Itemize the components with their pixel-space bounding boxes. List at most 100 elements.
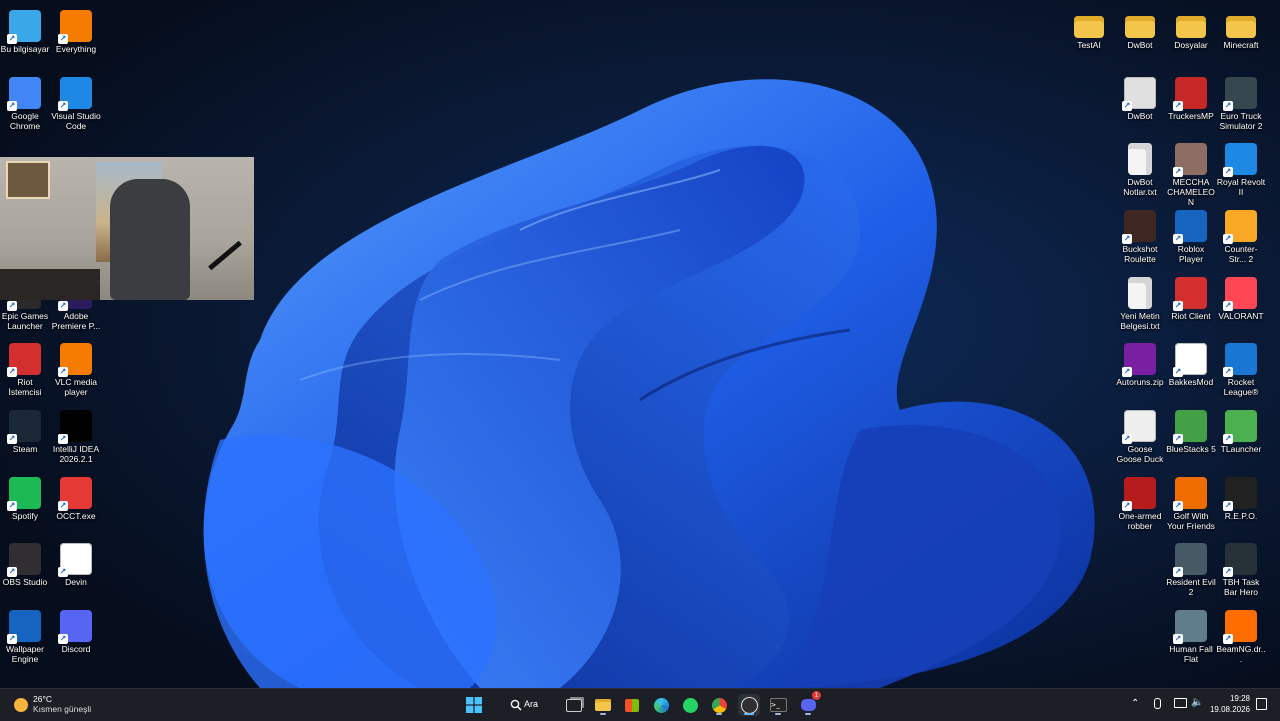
desktop-icon-label: Euro Truck Simulator 2 <box>1219 111 1263 131</box>
rocket-league-icon: ↗ <box>1223 343 1257 377</box>
desktop-icon[interactable]: ↗ VLC media player <box>51 337 101 397</box>
desktop-icon[interactable]: ↗ VALORANT <box>1216 271 1266 321</box>
folder-icon <box>595 699 611 711</box>
desktop-icon-label: Counter-Str... 2 <box>1224 244 1258 264</box>
shortcut-arrow-icon: ↗ <box>58 101 68 111</box>
edge-button[interactable] <box>650 694 672 716</box>
desktop-icon[interactable]: ↗ BakkesMod <box>1166 337 1216 387</box>
desktop-icon[interactable]: ↗ BlueStacks 5 <box>1166 404 1216 454</box>
desktop-icon[interactable]: ↗ R.E.P.O. <box>1216 471 1266 521</box>
desktop-icon-label: Wallpaper Engine <box>6 644 44 664</box>
tbh-icon: ↗ <box>1223 543 1257 577</box>
discord-button[interactable]: 1 <box>797 691 821 716</box>
desktop-icon[interactable]: ↗ Royal Revolt II <box>1216 137 1266 197</box>
desktop-icon[interactable]: ↗ TruckersMP <box>1166 71 1216 121</box>
show-hidden-icons[interactable]: ⌃ <box>1131 698 1143 710</box>
desktop-icon[interactable]: ↗ Buckshot Roulette <box>1115 204 1165 264</box>
desktop-icon[interactable]: ↗ Wallpaper Engine <box>0 604 50 664</box>
taskbar-search[interactable]: Ara <box>502 694 552 716</box>
desktop-icon[interactable]: Yeni Metin Belgesi.txt <box>1115 271 1165 331</box>
desktop-icon[interactable]: ↗ Riot Client <box>1166 271 1216 321</box>
spotify-icon: ↗ <box>7 477 41 511</box>
desktop-icon[interactable]: ↗ Riot İstemcisi <box>0 337 50 397</box>
start-button[interactable] <box>463 694 485 716</box>
desktop-icon[interactable]: ↗ TBH Task Bar Hero <box>1216 537 1266 597</box>
desktop-icon[interactable]: ↗ Devin <box>51 537 101 587</box>
file-explorer-button[interactable] <box>592 694 614 716</box>
terminal-button[interactable]: >_ <box>767 694 789 716</box>
desktop-icon[interactable]: ↗ Visual Studio Code <box>51 71 101 131</box>
text-file-icon <box>1128 277 1152 309</box>
bluestacks-icon: ↗ <box>1173 410 1207 444</box>
vscode-icon: ↗ <box>58 77 92 111</box>
desktop-icon[interactable]: ↗ IntelliJ IDEA 2026.2.1 <box>51 404 101 464</box>
desktop-icon[interactable]: ↗ One-armed robber <box>1115 471 1165 531</box>
whatsapp-button[interactable] <box>679 694 701 716</box>
microphone-icon <box>1154 698 1161 709</box>
desktop-icon[interactable]: ↗ Golf With Your Friends <box>1166 471 1216 531</box>
desktop-icon[interactable]: Minecraft <box>1216 4 1266 50</box>
shortcut-arrow-icon: ↗ <box>1223 567 1233 577</box>
desktop-icon-label: Resident Evil 2 <box>1166 577 1216 597</box>
desktop-icon[interactable]: ↗ Human Fall Flat <box>1166 604 1216 664</box>
desktop-icon[interactable]: ↗ Steam <box>0 404 50 454</box>
desktop-icon[interactable]: ↗ Resident Evil 2 <box>1166 537 1216 597</box>
mic-arm <box>208 240 242 271</box>
desktop-icon[interactable]: ↗ OCCT.exe <box>51 471 101 521</box>
desktop-icon[interactable]: ↗ Discord <box>51 604 101 654</box>
desktop-icon-label: DwBot <box>1127 111 1153 121</box>
task-view-button[interactable] <box>563 694 585 716</box>
folder-icon <box>1226 16 1256 38</box>
desktop-icon[interactable]: ↗ Bu bilgisayar <box>0 4 50 54</box>
desktop-icon-label: VALORANT <box>1218 311 1264 321</box>
weather-widget[interactable]: 26°C Kısmen güneşli <box>8 689 108 721</box>
desktop-icon[interactable]: ↗ Spotify <box>0 471 50 521</box>
running-indicator <box>716 713 722 715</box>
desktop-icon[interactable]: ↗ DwBot <box>1115 71 1165 121</box>
weather-sun-icon <box>14 698 28 712</box>
desktop-icon[interactable]: ↗ Counter-Str... 2 <box>1216 204 1266 264</box>
shortcut-arrow-icon: ↗ <box>7 101 17 111</box>
desktop-icon-label: Riot Client <box>1171 311 1211 321</box>
desktop-icon[interactable]: ↗ Everything <box>51 4 101 54</box>
desktop-icon[interactable]: ↗ Roblox Player <box>1166 204 1216 264</box>
store-button[interactable] <box>621 694 643 716</box>
network-tray[interactable] <box>1174 698 1187 708</box>
volume-tray[interactable]: 🔈 <box>1191 697 1203 708</box>
desktop-icon-label: TLauncher <box>1220 444 1262 454</box>
obs-button[interactable] <box>738 694 760 716</box>
desktop-icon[interactable]: ↗ Autoruns.zip <box>1115 337 1165 387</box>
desktop-icon[interactable]: ↗ Rocket League® <box>1216 337 1266 397</box>
one-armed-robber-icon: ↗ <box>1122 477 1156 511</box>
desktop-icon[interactable]: ↗ BeamNG.dr... <box>1216 604 1266 664</box>
desktop-icon[interactable]: ↗ Euro Truck Simulator 2 <box>1216 71 1266 131</box>
repo-icon: ↗ <box>1223 477 1257 511</box>
everything-icon: ↗ <box>58 10 92 44</box>
desktop-icon[interactable]: Dosyalar <box>1166 4 1216 50</box>
shortcut-arrow-icon: ↗ <box>1122 234 1132 244</box>
store-icon <box>625 698 639 712</box>
desktop-icon-label: Autoruns.zip <box>1116 377 1164 387</box>
desktop-icon[interactable]: DwBot <box>1115 4 1165 50</box>
desktop-icon[interactable]: ↗ OBS Studio <box>0 537 50 587</box>
desktop-icon[interactable]: ↗ MECCHA CHAMELEON <box>1166 137 1216 207</box>
shortcut-arrow-icon: ↗ <box>58 367 68 377</box>
desktop-icon[interactable]: ↗ Goose Goose Duck <box>1115 404 1165 464</box>
desktop-icon-label: Epic Games Launcher <box>1 311 49 331</box>
desktop-icon[interactable]: DwBot Notlar.txt <box>1115 137 1165 197</box>
folder-icon <box>1176 16 1206 38</box>
winrar-icon: ↗ <box>1122 343 1156 377</box>
desktop-icon[interactable]: ↗ TLauncher <box>1216 404 1266 454</box>
chrome-button[interactable] <box>708 694 730 716</box>
desktop-icon[interactable]: TestAI <box>1064 4 1114 50</box>
ets2-icon: ↗ <box>1223 77 1257 111</box>
shortcut-arrow-icon: ↗ <box>58 567 68 577</box>
shortcut-arrow-icon: ↗ <box>1173 167 1183 177</box>
shortcut-arrow-icon: ↗ <box>58 301 68 311</box>
clock[interactable]: 19:28 19.08.2026 <box>1208 689 1252 721</box>
notification-center-button[interactable] <box>1256 698 1267 710</box>
microphone-tray[interactable] <box>1154 698 1161 709</box>
webcam-overlay <box>0 157 254 300</box>
desktop-icon[interactable]: ↗ Google Chrome <box>0 71 50 131</box>
desktop-icon-label: Yeni Metin Belgesi.txt <box>1120 311 1160 331</box>
